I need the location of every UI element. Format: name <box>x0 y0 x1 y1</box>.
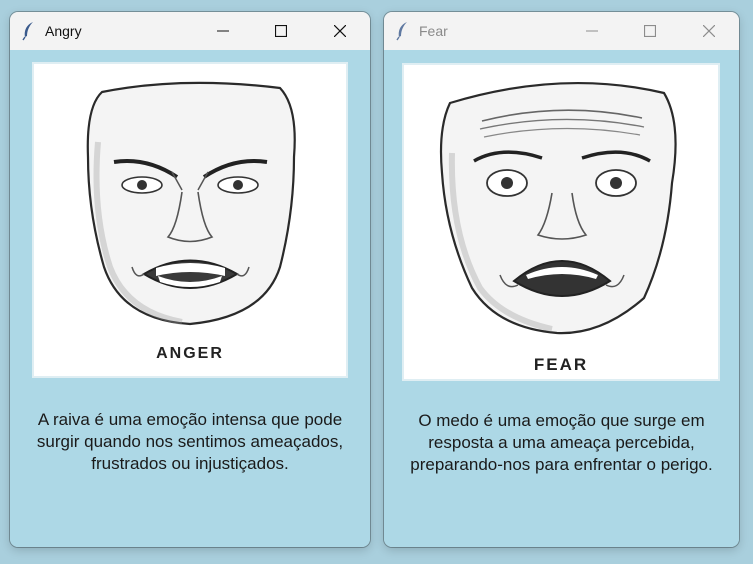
description-line: A raiva é uma emoção intensa que pode <box>37 410 343 429</box>
anger-face-image: ANGER <box>32 62 348 378</box>
description-line: preparando-nos para enfrentar o perigo. <box>410 455 713 474</box>
maximize-button[interactable] <box>627 12 673 50</box>
fear-window: Fear FEAR O medo é uma emoção que surge … <box>384 12 739 547</box>
description-line: surgir quando nos sentimos ameaçados, <box>36 432 344 451</box>
minimize-button[interactable] <box>569 12 615 50</box>
fear-mask-drawing <box>439 81 677 335</box>
description-line: resposta a uma ameaça percebida, <box>428 433 695 452</box>
feather-icon <box>22 21 36 41</box>
feather-icon <box>396 21 410 41</box>
close-button[interactable] <box>317 12 363 50</box>
description-line: frustrados ou injustiçados. <box>91 454 289 473</box>
fear-caption: FEAR <box>533 355 589 374</box>
fear-face-image: FEAR <box>402 63 720 381</box>
maximize-button[interactable] <box>258 12 304 50</box>
anger-description: A raiva é uma emoção intensa que pode su… <box>10 409 370 475</box>
fear-content: FEAR O medo é uma emoção que surge em re… <box>384 50 739 547</box>
minimize-button[interactable] <box>200 12 246 50</box>
close-icon <box>703 25 715 37</box>
anger-mask-drawing <box>86 81 296 326</box>
angry-window: Angry ANGER A raiva é uma emoção intensa… <box>10 12 370 547</box>
angry-titlebar[interactable]: Angry <box>10 12 370 50</box>
window-title: Fear <box>419 23 448 39</box>
minimize-icon <box>217 30 229 32</box>
close-button[interactable] <box>686 12 732 50</box>
fear-description: O medo é uma emoção que surge em respost… <box>384 410 739 476</box>
window-title: Angry <box>45 23 82 39</box>
anger-caption: ANGER <box>156 345 224 362</box>
maximize-icon <box>275 25 287 37</box>
fear-titlebar[interactable]: Fear <box>384 12 739 50</box>
close-icon <box>334 25 346 37</box>
angry-content: ANGER A raiva é uma emoção intensa que p… <box>10 50 370 547</box>
description-line: O medo é uma emoção que surge em <box>418 411 705 430</box>
maximize-icon <box>644 25 656 37</box>
minimize-icon <box>586 30 598 32</box>
